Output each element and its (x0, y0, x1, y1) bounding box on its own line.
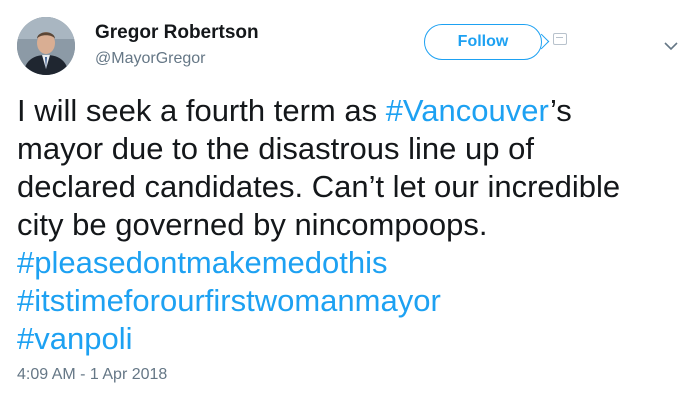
hashtag-link[interactable]: #vanpoli (17, 320, 687, 358)
tweet-line: I will seek a fourth term as #Vancouver’… (17, 92, 687, 130)
tweet-text-segment: I will seek a fourth term as (17, 93, 386, 128)
follow-button[interactable]: Follow (424, 24, 542, 60)
hashtag-link[interactable]: #itstimeforourfirstwomanmayor (17, 282, 687, 320)
tweet-timestamp[interactable]: 4:09 AM - 1 Apr 2018 (17, 366, 167, 384)
user-handle[interactable]: @MayorGregor (95, 50, 206, 68)
hashtag-link[interactable]: #pleasedontmakemedothis (17, 244, 687, 282)
tweet-line: city be governed by nincompoops. (17, 207, 488, 242)
chevron-down-icon[interactable] (664, 38, 678, 56)
card-icon (553, 33, 567, 45)
tweet-text-segment: ’s (549, 93, 572, 128)
avatar-image (17, 17, 75, 75)
tweet-text: I will seek a fourth term as #Vancouver’… (17, 92, 687, 358)
tweet-card: Gregor Robertson @MayorGregor Follow I w… (0, 0, 700, 402)
tweet-line: declared candidates. Can’t let our incre… (17, 169, 621, 204)
avatar[interactable] (17, 17, 75, 75)
tweet-line: mayor due to the disastrous line up of (17, 131, 534, 166)
hashtag-link[interactable]: #Vancouver (386, 93, 550, 128)
user-name[interactable]: Gregor Robertson (95, 22, 259, 44)
